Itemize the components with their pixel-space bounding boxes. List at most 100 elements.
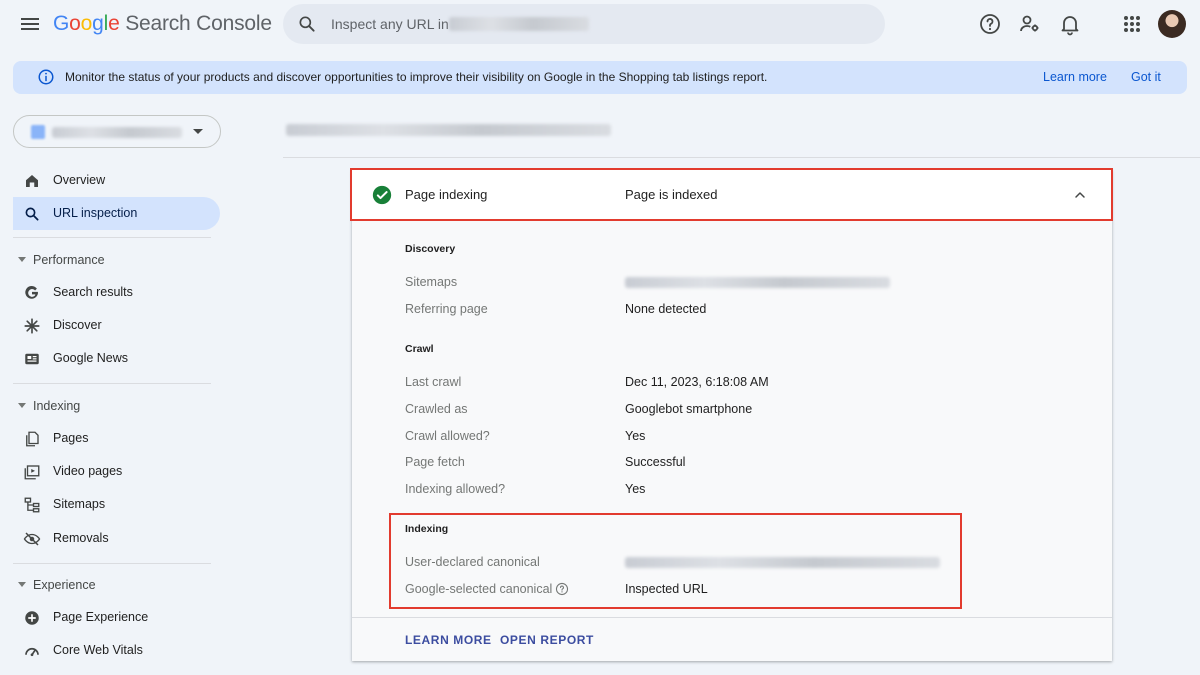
search-icon (25, 207, 39, 221)
top-app-bar: Google Search Console Inspect any URL in (0, 0, 1200, 48)
sidebar-divider (13, 237, 211, 238)
detail-value: Googlebot smartphone (625, 402, 753, 416)
dropdown-caret-icon (193, 129, 203, 134)
detail-value: Yes (625, 482, 646, 496)
content-divider (283, 157, 1200, 158)
card-title: Page indexing (405, 187, 488, 202)
help-circle-icon[interactable] (555, 582, 569, 596)
sidebar-item-page-experience[interactable]: Page Experience (13, 601, 220, 634)
sidebar-item-label: Video pages (53, 464, 123, 478)
sidebar-item-discover[interactable]: Discover (13, 309, 220, 342)
page-indexing-header[interactable]: Page indexing Page is indexed (352, 170, 1112, 220)
sidebar-item-label: Search results (53, 285, 133, 299)
inspected-url-redacted (286, 124, 611, 136)
detail-label: Indexing allowed? (405, 482, 506, 496)
apps-icon[interactable] (1120, 12, 1144, 36)
sidebar-item-sitemaps[interactable]: Sitemaps (13, 488, 220, 521)
pages-icon (26, 431, 39, 447)
sidebar-section-experience[interactable]: Experience (13, 575, 213, 595)
sitemap-icon (24, 497, 40, 513)
detail-value: None detected (625, 302, 707, 316)
sidebar-item-search-results[interactable]: Search results (13, 276, 220, 309)
info-icon (38, 69, 54, 85)
sidebar-item-label: Page Experience (53, 610, 149, 624)
video-icon (24, 465, 40, 480)
url-inspect-search-bar[interactable]: Inspect any URL in (283, 4, 885, 44)
sidebar-section-performance[interactable]: Performance (13, 250, 213, 270)
sitemap-url-redacted (625, 277, 890, 288)
sidebar-section-label: Indexing (33, 399, 81, 413)
sidebar-section-indexing[interactable]: Indexing (13, 396, 213, 416)
account-avatar[interactable] (1158, 10, 1186, 38)
manage-users-icon[interactable] (1018, 12, 1042, 36)
sidebar-item-removals[interactable]: Removals (13, 522, 220, 555)
notifications-icon[interactable] (1058, 12, 1082, 36)
detail-value: Inspected URL (625, 582, 708, 596)
chevron-up-icon[interactable] (1072, 187, 1088, 203)
indexing-status: Page is indexed (625, 187, 718, 202)
detail-label: Page fetch (405, 455, 465, 469)
sidebar-item-label: Google News (53, 351, 129, 365)
detail-label: Referring page (405, 302, 488, 316)
sidebar-divider (13, 563, 211, 564)
property-domain-redacted (449, 17, 589, 31)
sidebar-item-core-web-vitals[interactable]: Core Web Vitals (13, 634, 220, 667)
sidebar-item-label: URL inspection (53, 206, 138, 220)
app-logo-product: Search Console (125, 12, 272, 35)
property-favicon-icon (31, 125, 45, 139)
banner-learn-more-link[interactable]: Learn more (1043, 70, 1107, 84)
detail-value: Yes (625, 429, 646, 443)
search-icon (299, 16, 315, 32)
sidebar-divider (13, 383, 211, 384)
canonical-url-redacted (625, 557, 940, 568)
detail-label: User-declared canonical (405, 555, 540, 569)
detail-value: Successful (625, 455, 686, 469)
news-icon (25, 353, 39, 365)
chevron-down-icon (18, 403, 26, 408)
page-indexing-card: Page indexing Page is indexed Discovery … (352, 170, 1112, 661)
google-g-icon (25, 285, 38, 299)
asterisk-icon (24, 318, 40, 334)
detail-label: Last crawl (405, 375, 462, 389)
discovery-section-title: Discovery (405, 243, 456, 255)
home-icon (26, 175, 38, 187)
menu-icon[interactable] (18, 12, 42, 36)
crawl-section-title: Crawl (405, 343, 434, 355)
sidebar-item-label: Discover (53, 318, 102, 332)
card-footer: LEARN MORE OPEN REPORT (352, 617, 1112, 661)
eye-off-icon (23, 532, 41, 546)
plus-circle-icon (25, 611, 39, 625)
sidebar-item-label: Sitemaps (53, 497, 106, 511)
sidebar-item-label: Pages (53, 431, 89, 445)
chevron-down-icon (18, 257, 26, 262)
detail-value: Dec 11, 2023, 6:18:08 AM (625, 375, 769, 389)
detail-label: Crawled as (405, 402, 468, 416)
property-name-redacted (52, 127, 182, 138)
sidebar-item-google-news[interactable]: Google News (13, 342, 220, 375)
app-logo[interactable]: Google Search Console (53, 12, 272, 36)
learn-more-button[interactable]: LEARN MORE (405, 633, 492, 647)
banner-message: Monitor the status of your products and … (65, 70, 768, 84)
sidebar-section-label: Performance (33, 253, 105, 267)
sidebar-item-label: Overview (53, 173, 106, 187)
sidebar-item-overview[interactable]: Overview (13, 164, 220, 197)
speed-icon (25, 647, 39, 657)
info-banner: Monitor the status of your products and … (13, 61, 1187, 94)
banner-got-it-button[interactable]: Got it (1131, 70, 1161, 84)
sidebar-item-pages[interactable]: Pages (13, 422, 220, 455)
indexing-section-title: Indexing (405, 523, 449, 535)
chevron-down-icon (18, 582, 26, 587)
property-selector[interactable] (13, 115, 221, 148)
sidebar-item-video-pages[interactable]: Video pages (13, 455, 220, 488)
detail-label: Sitemaps (405, 275, 458, 289)
help-icon[interactable] (978, 12, 1002, 36)
open-report-button[interactable]: OPEN REPORT (500, 633, 594, 647)
search-placeholder: Inspect any URL in (331, 16, 449, 32)
sidebar-section-label: Experience (33, 578, 96, 592)
sidebar-item-label: Removals (53, 531, 109, 545)
detail-label: Google-selected canonical (405, 582, 553, 596)
detail-label: Crawl allowed? (405, 429, 490, 443)
check-circle-icon (372, 185, 392, 205)
sidebar-item-label: Core Web Vitals (53, 643, 143, 657)
sidebar-item-url-inspection[interactable]: URL inspection (13, 197, 220, 230)
